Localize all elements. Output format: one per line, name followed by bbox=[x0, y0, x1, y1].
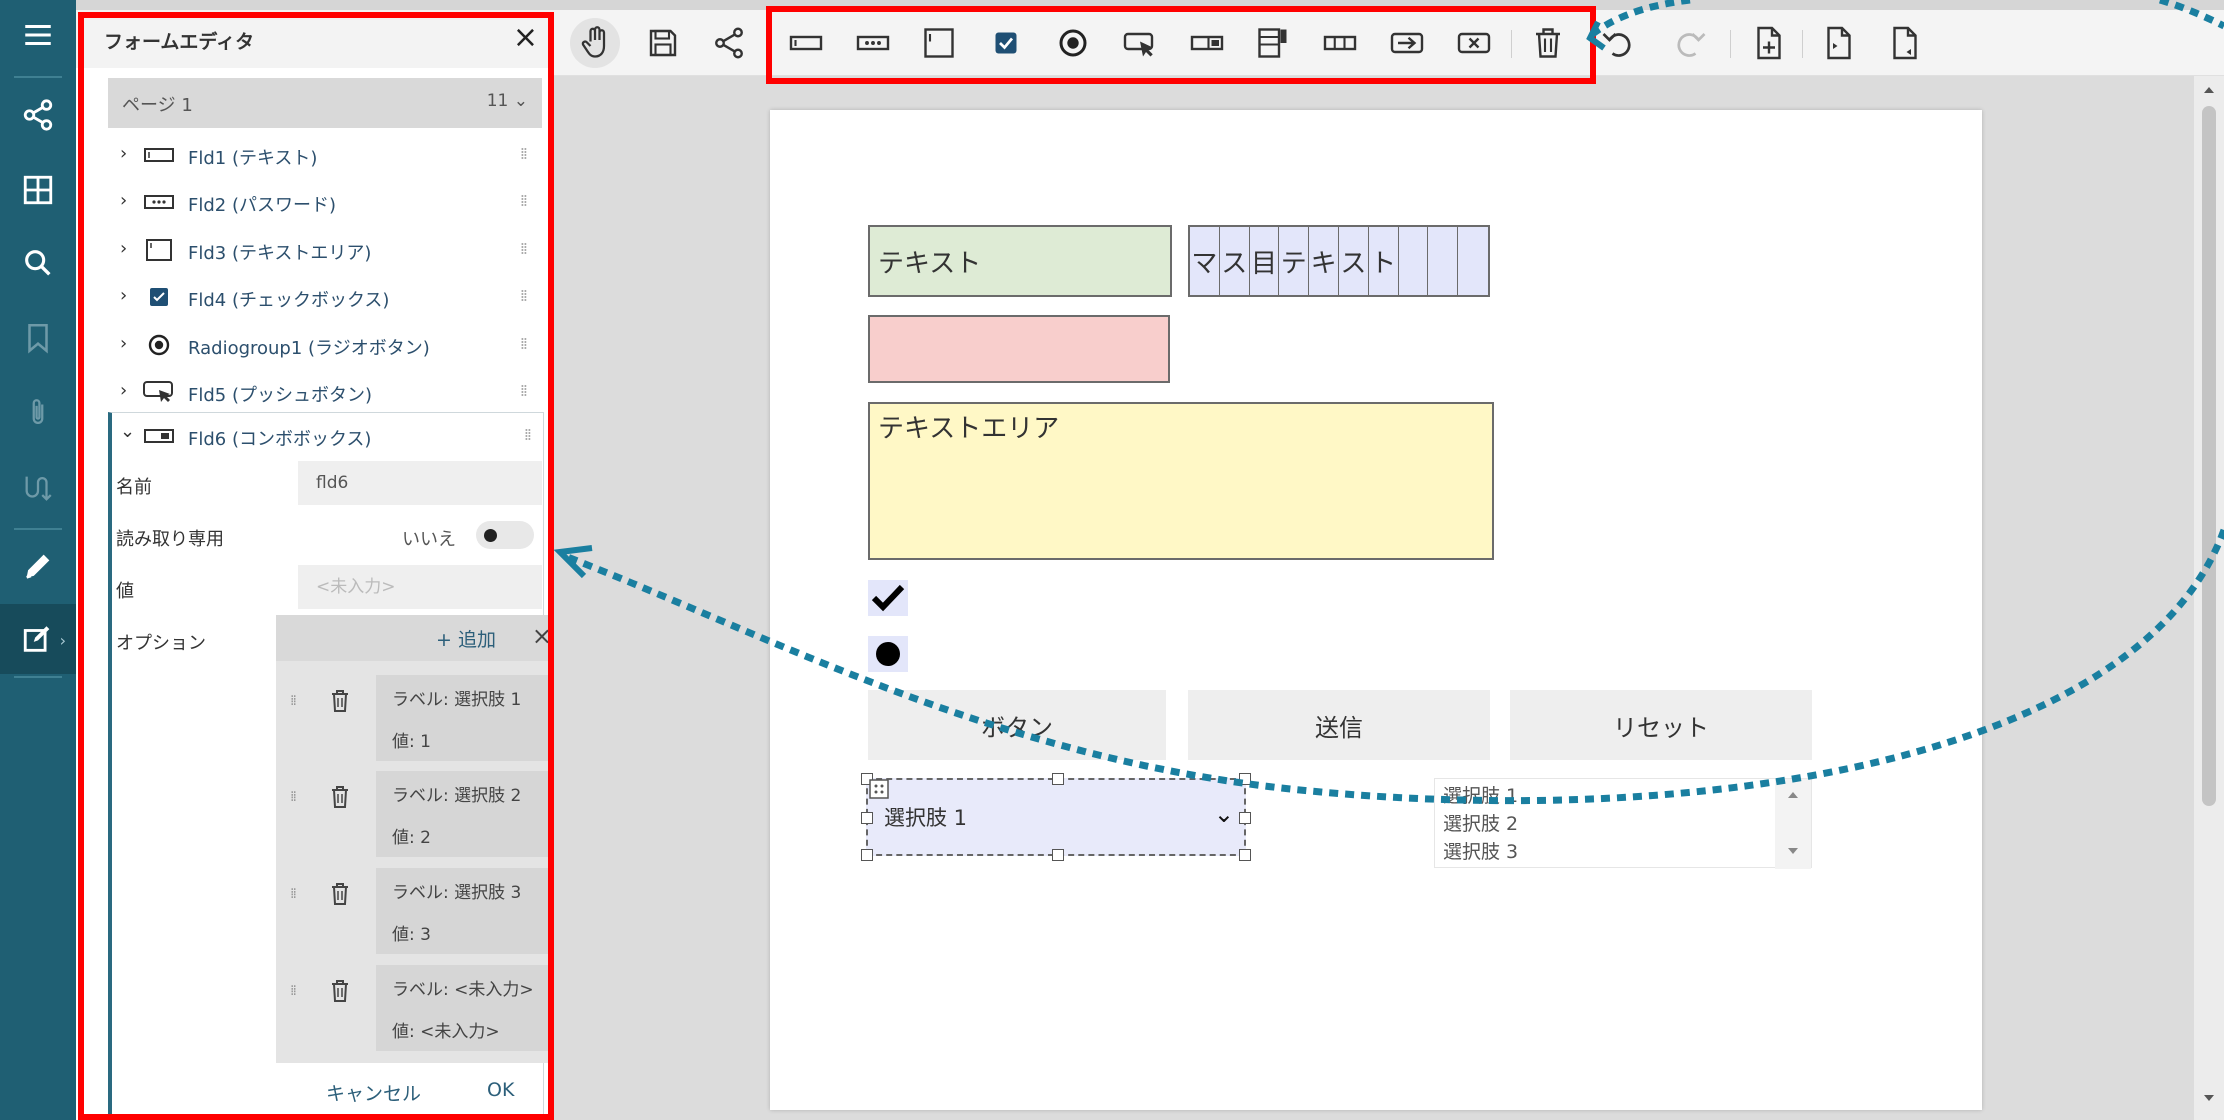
annotation-arrow-curve bbox=[563, 528, 2224, 805]
annotation-arrows bbox=[553, 0, 2224, 805]
annotation-arrow-curve bbox=[2158, 0, 2224, 30]
annotation-arrow-curve bbox=[1587, 0, 1691, 39]
